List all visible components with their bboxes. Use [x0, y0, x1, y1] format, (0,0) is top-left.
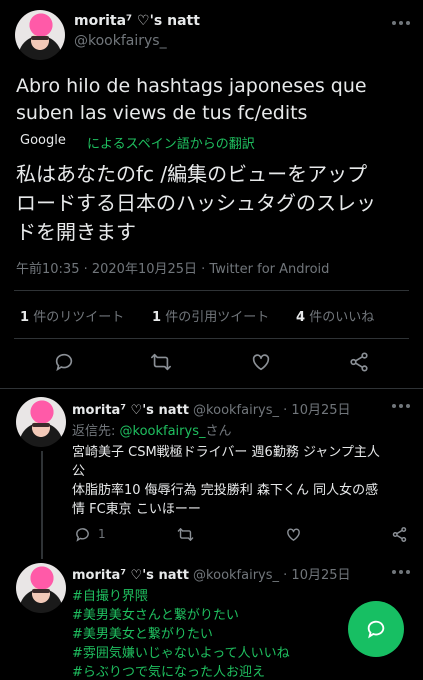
- retweets-count: 1: [20, 310, 30, 325]
- quotes-stat[interactable]: 1 件の引用ツイート: [152, 306, 269, 325]
- reply-icon[interactable]: [74, 526, 91, 543]
- hashtag[interactable]: #美男美女と繋がりたい: [72, 623, 213, 642]
- compose-icon: [367, 620, 385, 639]
- share-icon[interactable]: [391, 526, 408, 543]
- thread-line: [41, 451, 43, 559]
- translated-text-line: ドを開きます: [16, 220, 136, 244]
- quotes-count: 1: [152, 310, 162, 325]
- reply-suffix: さん: [205, 424, 232, 439]
- retweets-stat[interactable]: 1 件のリツイート: [20, 306, 124, 325]
- likes-stat[interactable]: 4 件のいいね: [296, 306, 374, 325]
- reply-to: 返信先: @kookfairys_さん: [72, 420, 232, 439]
- likes-count: 4: [296, 310, 306, 325]
- hashtag[interactable]: #雰囲気嫌いじゃないよって人いいね: [72, 642, 290, 661]
- tweet-text-line: 情 FC東京 こいほーー: [72, 502, 201, 517]
- share-icon[interactable]: [348, 351, 370, 373]
- display-name[interactable]: morita⁷ ♡'s natt: [72, 403, 189, 418]
- avatar[interactable]: [15, 10, 65, 60]
- retweets-label: 件のリツイート: [33, 310, 125, 325]
- hashtag[interactable]: #らぶりつで気になった人お迎え: [72, 661, 265, 680]
- date[interactable]: · 10月25日: [283, 403, 350, 418]
- quotes-label: 件の引用ツイート: [165, 310, 270, 325]
- like-icon[interactable]: [250, 351, 272, 373]
- reply-header: morita⁷ ♡'s natt @kookfairys_ · 10月25日: [72, 564, 351, 583]
- translated-text-line: ロードする日本のハッシュタグのスレッ: [16, 191, 376, 215]
- translation-provider: Google: [20, 133, 66, 148]
- translation-note[interactable]: によるスペイン語からの翻訳: [87, 133, 255, 152]
- tweet-text-line: 公: [72, 464, 86, 479]
- retweet-icon[interactable]: [149, 351, 173, 373]
- tweet-text-line: suben las views de tus fc/edits: [16, 102, 308, 124]
- avatar[interactable]: [16, 397, 66, 447]
- handle[interactable]: @kookfairys_: [74, 33, 167, 49]
- display-name[interactable]: morita⁷ ♡'s natt: [72, 568, 189, 583]
- retweet-icon[interactable]: [176, 526, 195, 543]
- date[interactable]: · 10月25日: [283, 568, 350, 583]
- likes-label: 件のいいね: [309, 310, 375, 325]
- like-icon[interactable]: [285, 526, 302, 543]
- more-icon[interactable]: [392, 403, 410, 409]
- display-name[interactable]: morita⁷ ♡'s natt: [74, 13, 200, 29]
- handle[interactable]: @kookfairys_: [193, 403, 279, 418]
- reply-header: morita⁷ ♡'s natt @kookfairys_ · 10月25日: [72, 399, 351, 418]
- reply-icon[interactable]: [53, 351, 75, 373]
- divider: [14, 338, 409, 339]
- tweet-text-line: Abro hilo de hashtags japoneses que: [16, 75, 367, 97]
- hashtag[interactable]: #自撮り界隈: [72, 585, 148, 604]
- reply-prefix: 返信先:: [72, 424, 120, 439]
- divider: [0, 388, 423, 389]
- avatar[interactable]: [16, 563, 66, 613]
- divider: [14, 290, 409, 291]
- timestamp[interactable]: 午前10:35 · 2020年10月25日 · Twitter for Andr…: [16, 258, 329, 277]
- handle[interactable]: @kookfairys_: [193, 568, 279, 583]
- tweet-text-line: 宮崎美子 CSM戦極ドライバー 週6勤務 ジャンプ主人: [72, 445, 380, 460]
- reply-count: 1: [98, 527, 106, 541]
- more-icon[interactable]: [392, 569, 410, 575]
- more-icon[interactable]: [392, 20, 410, 26]
- reply-to-handle[interactable]: @kookfairys_: [120, 424, 206, 439]
- hashtag[interactable]: #美男美女さんと繋がりたい: [72, 604, 239, 623]
- tweet-text-line: 体脂肪率10 侮辱行為 完投勝利 森下くん 同人女の感: [72, 483, 379, 498]
- translated-text-line: 私はあなたのfc /編集のビューをアップ: [16, 162, 368, 186]
- compose-button[interactable]: [348, 601, 404, 657]
